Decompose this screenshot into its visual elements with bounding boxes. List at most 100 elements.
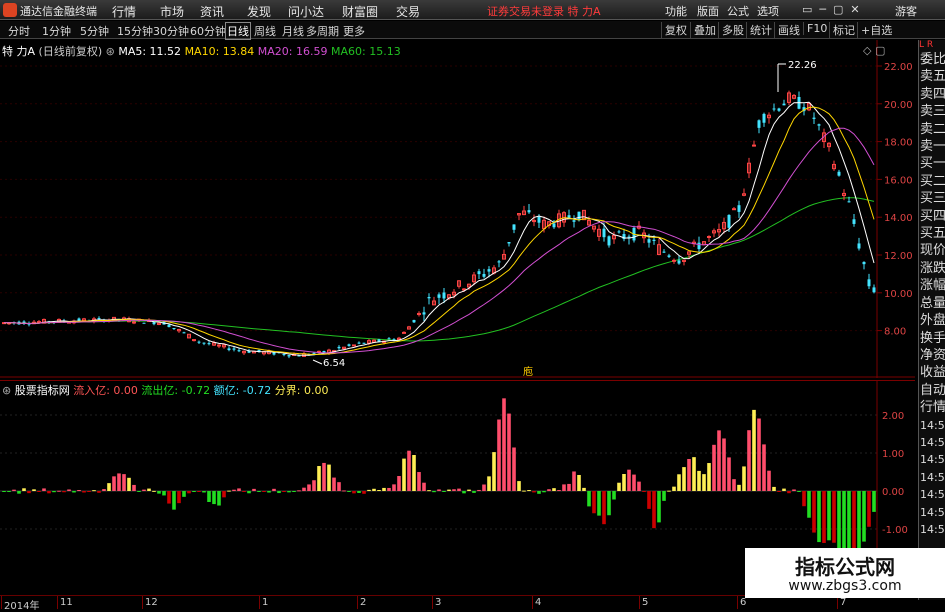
period-15min[interactable]: 15分钟 <box>117 23 153 39</box>
menu-wenxiaoda[interactable]: 问小达 <box>288 3 324 20</box>
indicator-bar <box>67 489 71 491</box>
candle-body <box>777 108 781 111</box>
indicator-bar <box>302 487 306 491</box>
huaxian-button[interactable]: 画线 <box>774 22 800 38</box>
menu-xuanxiang[interactable]: 选项 <box>757 3 779 19</box>
sidebar-item[interactable]: 卖四 <box>919 86 945 103</box>
indicator-bar <box>482 484 486 491</box>
period-monthly[interactable]: 月线 <box>282 23 304 39</box>
sidebar-item[interactable]: 卖五 <box>919 68 945 85</box>
indicator-bar <box>772 486 776 491</box>
sidebar-item[interactable]: 净资 <box>919 347 945 364</box>
sidebar-item[interactable]: 现价 <box>919 242 945 259</box>
app-title: 通达信金融终端 <box>20 5 97 18</box>
indicator-bar <box>487 476 491 491</box>
indicator-bar <box>402 458 406 491</box>
sidebar-item[interactable]: 14:50 <box>919 469 945 486</box>
sidebar-item[interactable]: 涨跌 <box>919 260 945 277</box>
sidebar-item[interactable]: 买四 <box>919 208 945 225</box>
indicator-bar <box>722 438 726 491</box>
candle-body <box>862 261 866 265</box>
period-fenshi[interactable]: 分时 <box>8 23 30 39</box>
sidebar-item[interactable]: 自动 <box>919 382 945 399</box>
time-tick <box>737 596 738 609</box>
sidebar-toggle[interactable]: L R <box>919 40 945 51</box>
period-5min[interactable]: 5分钟 <box>80 23 109 39</box>
indicator-name[interactable]: 股票指标网 <box>15 384 70 397</box>
sidebar-item[interactable]: 14:50 <box>919 417 945 434</box>
period-daily[interactable]: 日线 <box>225 22 251 40</box>
sidebar-item[interactable]: 涨幅 <box>919 277 945 294</box>
sidebar-item[interactable]: 换手 <box>919 330 945 347</box>
indicator-bar <box>342 490 346 492</box>
f10-button[interactable]: F10 <box>803 22 827 35</box>
candle-body <box>412 319 416 323</box>
menu-hangqing[interactable]: 行情 <box>112 3 136 20</box>
menu-caifuquan[interactable]: 财富圈 <box>342 3 378 20</box>
sidebar-item[interactable]: 卖一 <box>919 138 945 155</box>
sidebar-item[interactable]: 买五 <box>919 225 945 242</box>
biaoji-button[interactable]: 标记 <box>829 22 855 38</box>
ma5-value: MA5: 11.52 <box>118 45 182 58</box>
sidebar-item[interactable]: 卖二 <box>919 121 945 138</box>
sidebar-item[interactable]: 14:50 <box>919 451 945 468</box>
period-multi[interactable]: 多周期 <box>306 23 339 39</box>
diejia-button[interactable]: 叠加 <box>690 22 716 38</box>
sidebar-item[interactable]: 卖三 <box>919 103 945 120</box>
sidebar-item[interactable]: 委比 <box>919 51 945 68</box>
indicator-axis-label: 2.00 <box>882 411 904 422</box>
candle-body <box>727 214 731 228</box>
menu-gongneng[interactable]: 功能 <box>665 3 687 19</box>
indicator-axis-label: 0.00 <box>882 487 904 498</box>
indicator-bar <box>642 491 646 492</box>
sidebar-item[interactable]: 14:50 <box>919 486 945 503</box>
indicator-bar <box>197 491 201 492</box>
sidebar-item[interactable]: 14:50 <box>919 504 945 521</box>
sidebar-item[interactable]: 买一 <box>919 155 945 172</box>
fuquan-button[interactable]: 复权 <box>661 22 687 38</box>
indicator-axis: 2.00 1.00 0.00 -1.00 <box>882 411 908 536</box>
indicator-bar <box>387 487 391 491</box>
sidebar-item[interactable]: 总量 <box>919 295 945 312</box>
indicator-bar <box>497 419 501 491</box>
duogu-button[interactable]: 多股 <box>718 22 744 38</box>
indicator-bar <box>117 473 121 491</box>
menu-gongshi[interactable]: 公式 <box>727 3 749 19</box>
kline-chart[interactable]: 22.0020.0018.0016.0014.0012.0010.008.00 … <box>0 40 915 378</box>
window-controls[interactable]: ▭ ─ ▢ ✕ <box>802 3 860 16</box>
period-weekly[interactable]: 周线 <box>254 23 276 39</box>
menu-zixun[interactable]: 资讯 <box>200 3 224 20</box>
settings-icon[interactable]: ⊛ <box>106 45 115 58</box>
guest-label[interactable]: 游客 <box>895 3 917 19</box>
event-marker[interactable]: 庖 <box>523 365 533 378</box>
period-1min[interactable]: 1分钟 <box>42 23 71 39</box>
indicator-bar <box>462 491 466 494</box>
sidebar-item[interactable]: 买三 <box>919 190 945 207</box>
add-watchlist-button[interactable]: +自选 <box>857 22 892 38</box>
sidebar-item[interactable]: 外盘 <box>919 312 945 329</box>
login-alert[interactable]: 证券交易未登录 特 力A <box>487 3 601 19</box>
menu-banmian[interactable]: 版面 <box>697 3 719 19</box>
period-30min[interactable]: 30分钟 <box>153 23 189 39</box>
indicator-settings-icon[interactable]: ⊛ <box>2 384 11 397</box>
sidebar-item[interactable]: 买二 <box>919 173 945 190</box>
collapse-icon[interactable]: ◇ ▢ <box>863 44 885 57</box>
sidebar-item[interactable]: 14:50 <box>919 434 945 451</box>
period-more[interactable]: 更多 <box>343 23 365 39</box>
sidebar-item[interactable]: 行情 <box>919 399 945 416</box>
menu-jiaoyi[interactable]: 交易 <box>396 3 420 20</box>
indicator-bar <box>437 489 441 491</box>
menu-shichang[interactable]: 市场 <box>160 3 184 20</box>
indicator-bar <box>237 488 241 491</box>
candle-body <box>817 124 821 126</box>
tongji-button[interactable]: 统计 <box>746 22 772 38</box>
menu-faxian[interactable]: 发现 <box>247 3 271 20</box>
candle-body <box>577 211 581 221</box>
indicator-bar <box>757 418 761 491</box>
period-60min[interactable]: 60分钟 <box>190 23 226 39</box>
sidebar-item[interactable]: 收益 <box>919 364 945 381</box>
indicator-bar <box>357 491 361 493</box>
stock-name[interactable]: 特 力A <box>2 45 35 58</box>
indicator-bar <box>657 491 661 523</box>
sidebar-item[interactable]: 14:50 <box>919 521 945 538</box>
